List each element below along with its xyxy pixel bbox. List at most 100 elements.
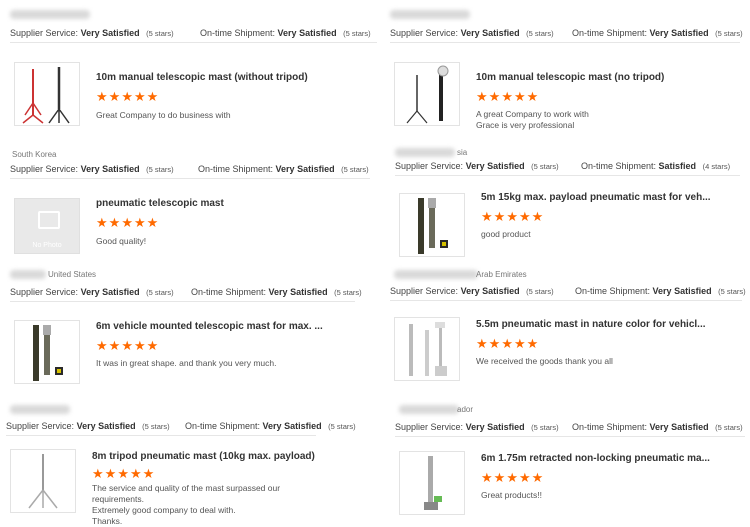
product-thumbnail[interactable] [399,193,465,257]
star-icon: ★ [501,336,514,351]
review-card: United States Supplier Service: Very Sat… [10,270,362,384]
supplier-service-label: Supplier Service: [6,421,75,431]
product-thumbnail[interactable] [10,449,76,513]
product-title-link[interactable]: 5m 15kg max. payload pneumatic mast for … [481,192,711,203]
redacted-buyer-name [10,10,90,19]
star-icon: ★ [488,89,502,104]
star-icon: ★ [96,338,109,353]
ontime-shipment-stars: (4 stars) [702,162,731,171]
ontime-shipment-stars: (5 stars) [343,29,371,38]
review-comment-line: Good quality! [96,236,147,246]
ontime-shipment-label: On-time Shipment: [191,287,267,297]
ontime-shipment-stars: (5 stars) [334,288,362,297]
star-icon: ★ [526,336,540,351]
rating-row: Supplier Service: Very Satisfied (5 star… [390,286,746,296]
buyer-country: sia [457,148,468,157]
star-icon: ★ [142,466,156,481]
product-thumbnail[interactable] [394,317,460,381]
review-card: South Korea Supplier Service: Very Satis… [10,150,370,262]
supplier-service-label: Supplier Service: [10,164,79,174]
ontime-shipment-rating: Very Satisfied [268,287,328,297]
product-title-link[interactable]: 10m manual telescopic mast (no tripod) [476,72,664,83]
review-comment: We received the goods thank you all [476,356,736,367]
rating-row: Supplier Service: Very Satisfied (5 star… [390,28,743,38]
buyer-country: United States [48,270,97,279]
review-comment: The service and quality of the mast surp… [92,483,310,527]
star-icon: ★ [108,338,122,353]
review-stars: ★★★★★ [481,471,544,484]
ontime-shipment-stars: (5 stars) [341,165,369,174]
redacted-buyer-name [10,405,70,414]
ontime-shipment-label: On-time Shipment: [200,28,276,38]
supplier-service-rating: Very Satisfied [465,161,525,171]
supplier-service-label: Supplier Service: [390,286,459,296]
supplier-service-label: Supplier Service: [395,161,464,171]
ontime-shipment-rating: Very Satisfied [277,28,337,38]
review-comment: Great Company to do business with [96,110,371,121]
product-thumbnail[interactable] [399,451,465,515]
rating-row: Supplier Service: Very Satisfied (5 star… [395,161,740,171]
ontime-shipment-stars: (5 stars) [328,422,356,431]
review-comment-line: The service and quality of the mast surp… [92,483,281,504]
star-icon: ★ [108,89,122,104]
ontime-shipment-rating: Very Satisfied [649,422,709,432]
star-icon: ★ [506,470,519,485]
supplier-service-label: Supplier Service: [395,422,464,432]
supplier-service-label: Supplier Service: [10,28,79,38]
star-icon: ★ [506,209,519,224]
supplier-service-stars: (5 stars) [531,162,559,171]
star-icon: ★ [146,89,160,104]
product-thumbnail[interactable] [14,62,80,126]
product-title-link[interactable]: pneumatic telescopic mast [96,198,224,209]
review-comment-line: Great Company to do business with [96,110,231,120]
product-title-link[interactable]: 6m vehicle mounted telescopic mast for m… [96,321,323,332]
ontime-shipment-label: On-time Shipment: [572,422,648,432]
star-icon: ★ [121,338,134,353]
product-thumbnail[interactable] [14,320,80,384]
supplier-service-rating: Very Satisfied [80,28,140,38]
supplier-service-label: Supplier Service: [10,287,79,297]
product-thumbnail[interactable]: No Photo [14,198,80,254]
product-title-link[interactable]: 10m manual telescopic mast (without trip… [96,72,308,83]
product-thumbnail[interactable] [394,62,460,126]
ontime-shipment-rating: Very Satisfied [262,421,322,431]
star-icon: ★ [117,466,130,481]
divider [10,301,355,302]
redacted-buyer-name [399,405,459,414]
divider [10,178,370,179]
review-stars: ★★★★★ [481,210,544,223]
rating-row: Supplier Service: Very Satisfied (5 star… [10,28,377,38]
image-placeholder-icon [38,211,60,229]
ontime-shipment-stars: (5 stars) [715,423,743,432]
star-icon: ★ [493,470,507,485]
review-comment-line: good product [481,229,531,239]
review-comment: It was in great shape. and thank you ver… [96,358,349,369]
review-card: sia Supplier Service: Very Satisfied (5 … [395,148,740,260]
rating-row: Supplier Service: Very Satisfied (5 star… [6,421,356,431]
product-title-link[interactable]: 5.5m pneumatic mast in nature color for … [476,319,706,330]
review-stars: ★★★★★ [96,216,159,229]
ontime-shipment-rating: Very Satisfied [652,286,712,296]
ontime-shipment-rating: Very Satisfied [275,164,335,174]
review-comment: good product [481,229,734,240]
review-comment-line: It was in great shape. and thank you ver… [96,358,277,368]
rating-row: Supplier Service: Very Satisfied (5 star… [10,287,362,297]
star-icon: ★ [92,466,105,481]
divider [6,435,316,436]
star-icon: ★ [108,215,122,230]
review-stars: ★★★★★ [476,337,539,350]
redacted-buyer-name [395,148,455,157]
star-icon: ★ [146,215,160,230]
star-icon: ★ [133,215,147,230]
supplier-service-stars: (5 stars) [146,165,174,174]
buyer-country: ador [457,405,474,414]
ontime-shipment-stars: (5 stars) [718,287,746,296]
supplier-service-rating: Very Satisfied [460,28,520,38]
star-icon: ★ [481,470,494,485]
supplier-service-stars: (5 stars) [531,423,559,432]
product-title-link[interactable]: 6m 1.75m retracted non-locking pneumatic… [481,453,710,464]
review-card: Supplier Service: Very Satisfied (5 star… [10,10,377,126]
supplier-service-stars: (5 stars) [146,29,174,38]
ontime-shipment-rating: Very Satisfied [649,28,709,38]
product-title-link[interactable]: 8m tripod pneumatic mast (10kg max. payl… [92,451,315,462]
